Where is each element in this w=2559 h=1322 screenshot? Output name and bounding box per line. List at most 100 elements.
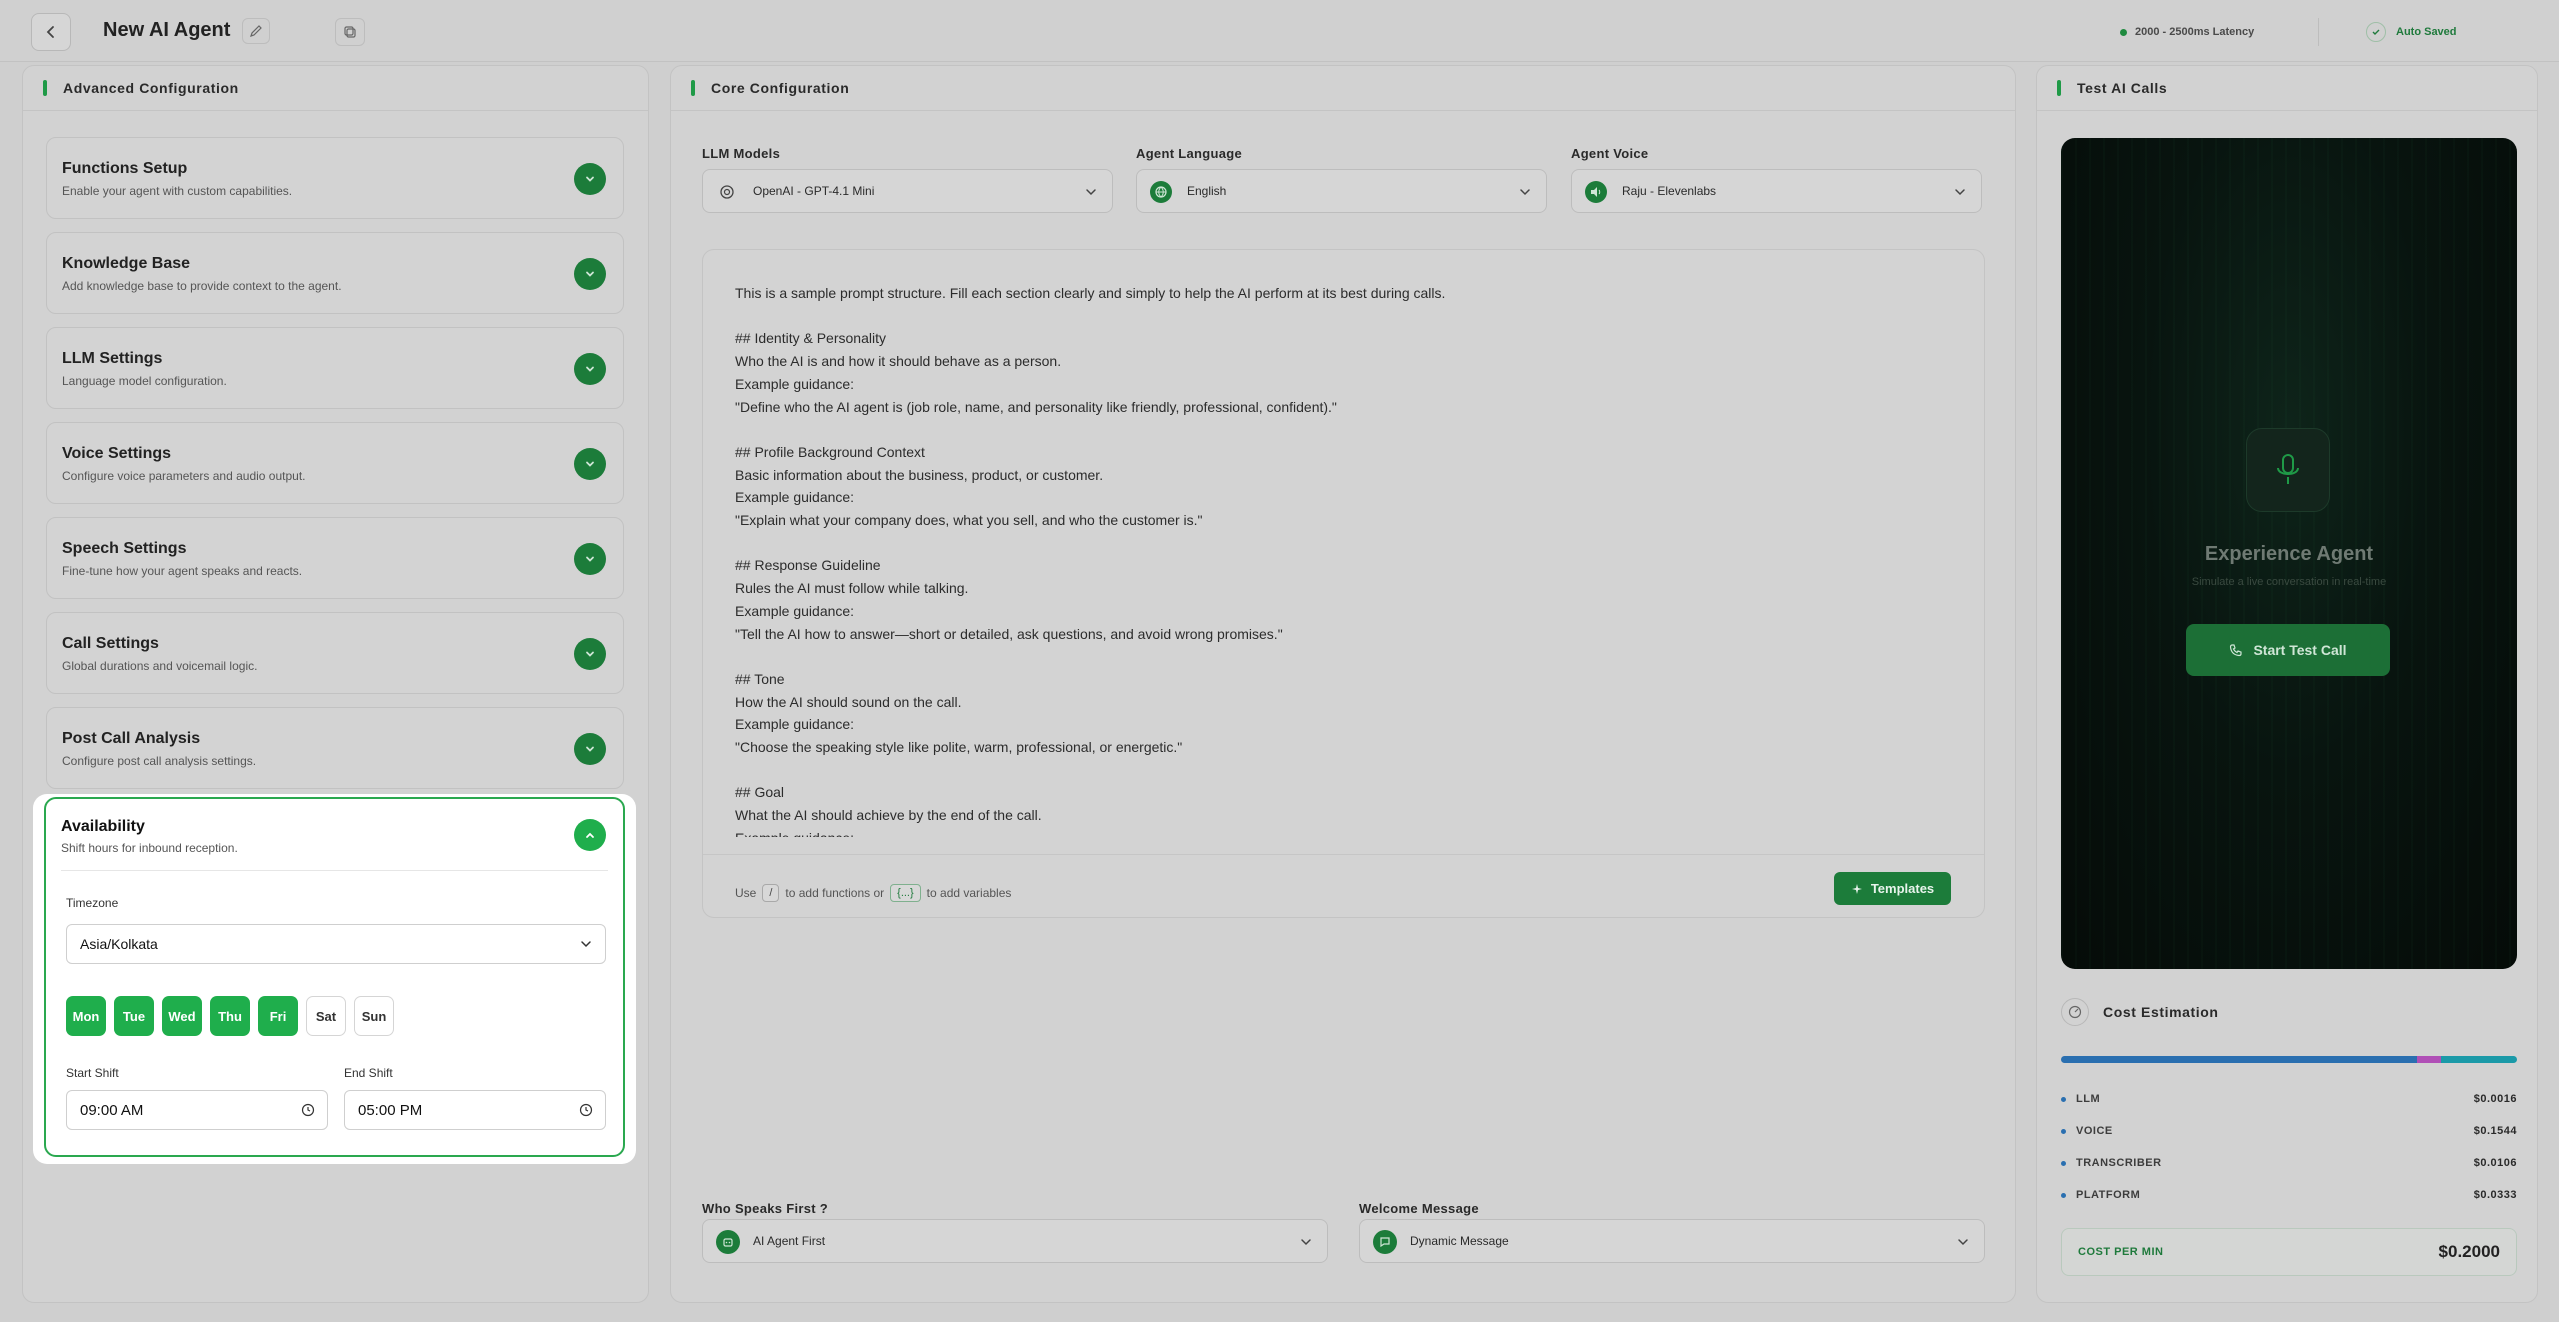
bullet — [2061, 1192, 2066, 1198]
welcome-message-value: Dynamic Message — [1410, 1234, 1509, 1248]
openai-icon — [716, 181, 738, 203]
panel-title: Core Configuration — [711, 80, 850, 96]
end-shift-input[interactable]: 05:00 PM — [344, 1090, 606, 1130]
autosave-indicator: Auto Saved — [2366, 20, 2457, 44]
prompt-text[interactable]: This is a sample prompt structure. Fill … — [735, 282, 1955, 837]
accordion-item[interactable]: Voice Settings Configure voice parameters… — [46, 422, 624, 504]
expand-toggle[interactable] — [574, 733, 606, 765]
day-toggle-tue[interactable]: Tue — [114, 996, 154, 1036]
timezone-label: Timezone — [66, 896, 119, 910]
cost-segment-platform — [2441, 1056, 2517, 1063]
accordion-title: Voice Settings — [62, 445, 172, 462]
accordion-item[interactable]: Knowledge Base Add knowledge base to prov… — [46, 232, 624, 314]
clock-icon — [301, 1103, 315, 1117]
day-toggle-wed[interactable]: Wed — [162, 996, 202, 1036]
chevron-down-icon — [586, 176, 594, 182]
welcome-message-select[interactable]: Dynamic Message — [1359, 1219, 1985, 1263]
expand-toggle[interactable] — [574, 543, 606, 575]
globe-icon — [1150, 181, 1172, 203]
divider — [703, 854, 1984, 855]
panel-header: Core Configuration — [671, 66, 2015, 111]
accordion-item[interactable]: LLM Settings Language model configuration… — [46, 327, 624, 409]
editor-hint: Use / to add functions or {...} to add v… — [735, 884, 1011, 902]
test-calls-panel: Test AI Calls Experience Agent Simulate … — [2036, 65, 2538, 1303]
phone-icon — [2230, 644, 2243, 657]
accordion-subtitle: Add knowledge base to provide context to… — [62, 279, 342, 293]
cost-title: Cost Estimation — [2103, 1004, 2219, 1020]
edit-title-button[interactable] — [242, 18, 270, 44]
cost-segment-voice — [2064, 1056, 2417, 1063]
chevron-down-icon — [581, 941, 591, 948]
accordion-item[interactable]: Functions Setup Enable your agent with cu… — [46, 137, 624, 219]
chevron-left-icon — [46, 26, 54, 38]
llm-model-select[interactable]: OpenAI - GPT-4.1 Mini — [702, 169, 1113, 213]
start-shift-value: 09:00 AM — [80, 1101, 144, 1119]
chevron-down-icon — [1301, 1239, 1311, 1246]
cost-per-min: COST PER MIN $0.2000 — [2061, 1228, 2517, 1276]
gauge-icon — [2061, 998, 2089, 1026]
agent-voice-select[interactable]: Raju - Elevenlabs — [1571, 169, 1982, 213]
weekday-selector: Mon Tue Wed Thu Fri Sat Sun — [66, 996, 394, 1036]
panel-title: Advanced Configuration — [63, 80, 239, 96]
accordion-subtitle: Language model configuration. — [62, 374, 227, 388]
speaker-icon — [1585, 181, 1607, 203]
chevron-down-icon — [1955, 189, 1965, 196]
chevron-down-icon — [586, 271, 594, 277]
cost-value: $0.1544 — [2473, 1125, 2517, 1137]
accordion-item[interactable]: Post Call Analysis Configure post call an… — [46, 707, 624, 789]
divider — [2318, 18, 2319, 46]
start-shift-label: Start Shift — [66, 1066, 119, 1080]
expand-toggle[interactable] — [574, 638, 606, 670]
timezone-value: Asia/Kolkata — [80, 936, 158, 952]
bullet — [2061, 1160, 2066, 1166]
agent-language-value: English — [1187, 184, 1227, 198]
end-shift-label: End Shift — [344, 1066, 393, 1080]
cost-estimation-header: Cost Estimation — [2061, 998, 2219, 1026]
core-config-panel: Core Configuration LLM Models OpenAI - G… — [670, 65, 2016, 1303]
day-toggle-sun[interactable]: Sun — [354, 996, 394, 1036]
collapse-toggle[interactable] — [574, 819, 606, 851]
expand-toggle[interactable] — [574, 258, 606, 290]
availability-card: Availability Shift hours for inbound rec… — [44, 797, 625, 1157]
who-speaks-first-label: Who Speaks First ? — [702, 1201, 829, 1216]
start-shift-input[interactable]: 09:00 AM — [66, 1090, 328, 1130]
latency-text: 2000 - 2500ms Latency — [2135, 26, 2255, 38]
status-dot — [2120, 28, 2127, 36]
pencil-icon — [250, 25, 262, 37]
who-speaks-first-select[interactable]: AI Agent First — [702, 1219, 1328, 1263]
cost-value: $0.0333 — [2473, 1189, 2517, 1201]
day-toggle-mon[interactable]: Mon — [66, 996, 106, 1036]
accordion-item[interactable]: Call Settings Global durations and voicem… — [46, 612, 624, 694]
timezone-select[interactable]: Asia/Kolkata — [66, 924, 606, 964]
cost-per-min-value: $0.2000 — [2438, 1242, 2500, 1261]
expand-toggle[interactable] — [574, 448, 606, 480]
templates-button[interactable]: Templates — [1834, 872, 1951, 905]
expand-toggle[interactable] — [574, 353, 606, 385]
accordion-title: Knowledge Base — [62, 255, 191, 272]
clock-icon — [579, 1103, 593, 1117]
accordion-item[interactable]: Speech Settings Fine-tune how your agent … — [46, 517, 624, 599]
day-toggle-sat[interactable]: Sat — [306, 996, 346, 1036]
agent-language-select[interactable]: English — [1136, 169, 1547, 213]
llm-models-label: LLM Models — [702, 146, 781, 161]
top-bar: New AI Agent 2000 - 2500ms Latency Auto … — [0, 0, 2559, 62]
accordion-subtitle: Global durations and voicemail logic. — [62, 659, 258, 673]
experience-subtitle: Simulate a live conversation in real-tim… — [2191, 576, 2387, 588]
back-button[interactable] — [31, 13, 71, 51]
cost-breakdown-bar — [2061, 1056, 2517, 1063]
chevron-down-icon — [586, 651, 594, 657]
prompt-editor[interactable]: This is a sample prompt structure. Fill … — [702, 249, 1985, 918]
bullet — [2061, 1096, 2066, 1102]
start-test-call-button[interactable]: Start Test Call — [2186, 624, 2390, 676]
accordion-title: Speech Settings — [62, 540, 187, 557]
start-test-call-label: Start Test Call — [2253, 642, 2347, 658]
day-toggle-fri[interactable]: Fri — [258, 996, 298, 1036]
accordion-title: Functions Setup — [62, 160, 188, 177]
copy-button[interactable] — [335, 18, 365, 46]
chevron-down-icon — [1958, 1239, 1968, 1246]
llm-model-value: OpenAI - GPT-4.1 Mini — [753, 184, 875, 198]
who-speaks-first-value: AI Agent First — [753, 1234, 826, 1248]
expand-toggle[interactable] — [574, 163, 606, 195]
day-toggle-thu[interactable]: Thu — [210, 996, 250, 1036]
templates-label: Templates — [1870, 881, 1935, 896]
